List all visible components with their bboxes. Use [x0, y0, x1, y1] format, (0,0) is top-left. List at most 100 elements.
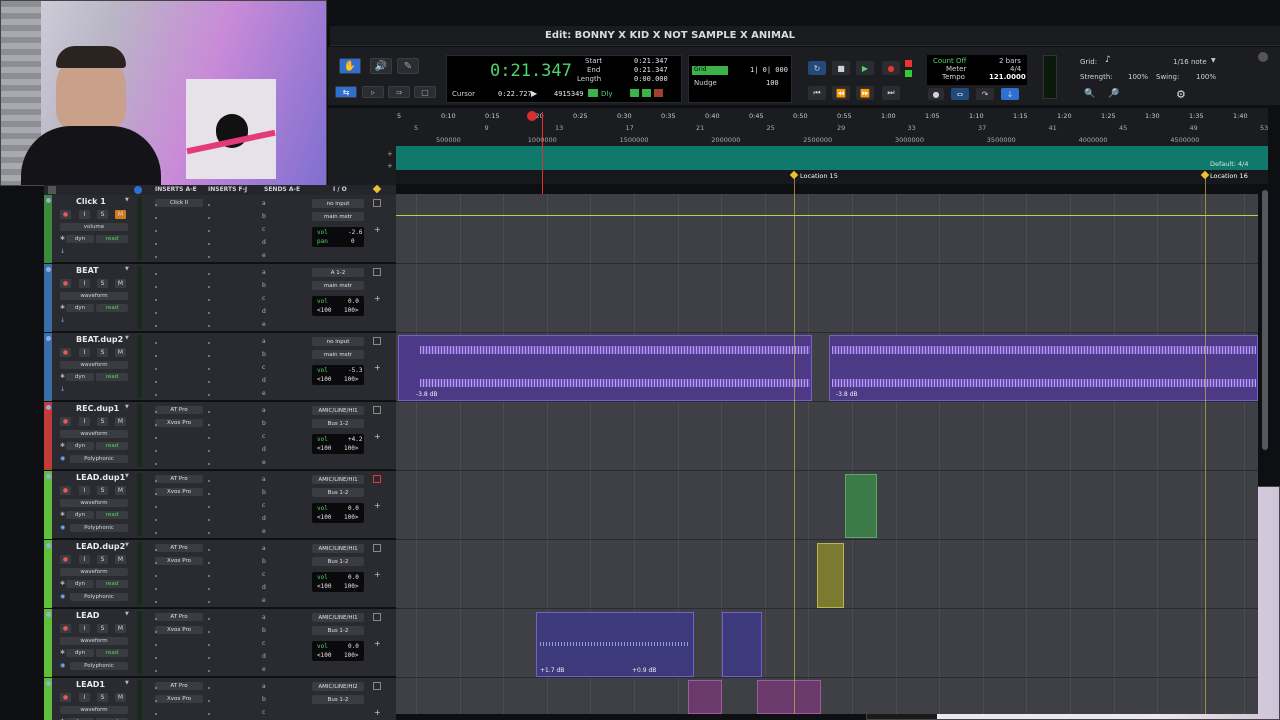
- insert-slot[interactable]: AT Pro: [155, 682, 203, 690]
- insert-slot[interactable]: Xvox Pro: [155, 419, 203, 427]
- insert-empty-slot[interactable]: [208, 713, 210, 715]
- send-slot[interactable]: c: [262, 640, 265, 647]
- record-enable-button[interactable]: ●: [60, 348, 71, 357]
- send-slot[interactable]: d: [262, 377, 266, 384]
- ruler-add-icon[interactable]: +: [387, 162, 393, 170]
- send-slot[interactable]: b: [262, 558, 266, 565]
- insert-empty-slot[interactable]: [208, 532, 210, 534]
- insert-slot[interactable]: Xvox Pro: [155, 488, 203, 496]
- main-counter[interactable]: 0:21.347: [490, 61, 572, 81]
- insert-empty-slot[interactable]: [208, 256, 210, 258]
- insert-slot[interactable]: Xvox Pro: [155, 557, 203, 565]
- tempo-value[interactable]: 121.0000: [989, 73, 1026, 81]
- track-select-icon[interactable]: [46, 198, 51, 203]
- input-selector[interactable]: AMIC/LINE/HI1: [312, 475, 364, 484]
- pan-left-value[interactable]: <100: [317, 445, 331, 452]
- insert-empty-slot[interactable]: [208, 700, 210, 702]
- track-list-icon[interactable]: [48, 186, 56, 194]
- insert-empty-slot[interactable]: [208, 631, 210, 633]
- input-selector[interactable]: no input: [312, 199, 364, 208]
- go-to-end-button[interactable]: ⏭: [882, 86, 900, 100]
- nudge-value[interactable]: 100: [766, 79, 779, 87]
- insert-empty-slot[interactable]: [208, 243, 210, 245]
- track-name[interactable]: LEAD.dup2: [76, 542, 125, 551]
- length-value[interactable]: 0:00.000: [634, 75, 668, 83]
- nudge-label[interactable]: Nudge: [694, 79, 717, 87]
- output-selector[interactable]: main mstr: [312, 212, 364, 221]
- insert-empty-slot[interactable]: [155, 243, 157, 245]
- insert-empty-slot[interactable]: [208, 506, 210, 508]
- pan-left-value[interactable]: <100: [317, 583, 331, 590]
- tempo-ruler[interactable]: [396, 146, 1268, 170]
- record-enable-button[interactable]: ●: [60, 555, 71, 564]
- track-select-icon[interactable]: [46, 336, 51, 341]
- automation-mode[interactable]: read: [96, 304, 128, 312]
- playlist-button[interactable]: dyn: [66, 580, 94, 588]
- pan-right-value[interactable]: 100>: [344, 376, 358, 383]
- midi-input-button[interactable]: ↓: [1001, 88, 1019, 100]
- send-slot[interactable]: d: [262, 239, 266, 246]
- output-selector[interactable]: Bus 1-2: [312, 695, 364, 704]
- record-button[interactable]: ●: [882, 61, 900, 75]
- pan-left-value[interactable]: <100: [317, 307, 331, 314]
- output-selector[interactable]: Bus 1-2: [312, 419, 364, 428]
- track-select-icon[interactable]: [46, 612, 51, 617]
- insert-empty-slot[interactable]: [208, 437, 210, 439]
- record-enable-button[interactable]: ●: [60, 279, 71, 288]
- track-view-selector[interactable]: waveform: [60, 499, 128, 507]
- pencil-tool-button[interactable]: ✎: [397, 58, 419, 74]
- input-monitor-button[interactable]: I: [79, 210, 90, 219]
- track-view-selector[interactable]: waveform: [60, 568, 128, 576]
- solo-button[interactable]: S: [97, 417, 108, 426]
- insert-empty-slot[interactable]: [155, 687, 157, 689]
- insert-empty-slot[interactable]: [208, 480, 210, 482]
- inserts-ae-header[interactable]: INSERTS A-E: [155, 186, 197, 193]
- insert-empty-slot[interactable]: [208, 342, 210, 344]
- insert-empty-slot[interactable]: [208, 618, 210, 620]
- pan-right-value[interactable]: 100>: [344, 307, 358, 314]
- chevron-down-icon[interactable]: ▼: [125, 680, 129, 686]
- solo-button[interactable]: S: [97, 486, 108, 495]
- mute-button[interactable]: M: [115, 555, 126, 564]
- clip-gain-label[interactable]: +1.7 dB: [540, 667, 564, 674]
- quantize-icon[interactable]: [630, 89, 639, 97]
- automation-mode[interactable]: read: [96, 649, 128, 657]
- rewind-button[interactable]: ⏪: [832, 86, 850, 100]
- output-window-icon[interactable]: [373, 544, 381, 552]
- mute-button[interactable]: M: [115, 348, 126, 357]
- rewind-start-button[interactable]: ⏮: [808, 86, 826, 100]
- add-icon[interactable]: +: [374, 570, 381, 579]
- pan-right-value[interactable]: 100>: [344, 652, 358, 659]
- insert-empty-slot[interactable]: [155, 256, 157, 258]
- track-select-icon[interactable]: [46, 474, 51, 479]
- pan-right-value[interactable]: 100>: [344, 583, 358, 590]
- track-name[interactable]: LEAD1: [76, 680, 105, 689]
- send-slot[interactable]: c: [262, 364, 265, 371]
- beat-clip-2[interactable]: [829, 335, 1258, 401]
- add-icon[interactable]: +: [374, 363, 381, 372]
- mute-button[interactable]: M: [115, 210, 126, 219]
- insert-empty-slot[interactable]: [155, 575, 157, 577]
- playlist-button[interactable]: dyn: [66, 511, 94, 519]
- volume-value[interactable]: 0.0: [348, 505, 359, 512]
- insert-empty-slot[interactable]: [208, 273, 210, 275]
- track-name[interactable]: BEAT: [76, 266, 99, 275]
- send-slot[interactable]: c: [262, 226, 265, 233]
- insert-empty-slot[interactable]: [155, 644, 157, 646]
- insert-empty-slot[interactable]: [208, 411, 210, 413]
- mute-button[interactable]: M: [115, 417, 126, 426]
- mute-button[interactable]: M: [115, 624, 126, 633]
- smart-tool-button[interactable]: ⇆: [335, 86, 357, 98]
- input-monitor-button[interactable]: I: [79, 486, 90, 495]
- output-window-icon[interactable]: [373, 268, 381, 276]
- midi-merge-icon[interactable]: [588, 89, 598, 97]
- output-selector[interactable]: main mstr: [312, 350, 364, 359]
- insert-empty-slot[interactable]: [208, 381, 210, 383]
- lead1-clip[interactable]: [688, 680, 722, 714]
- output-selector[interactable]: Bus 1-2: [312, 626, 364, 635]
- lead-dup1-clip[interactable]: [845, 474, 877, 538]
- insert-empty-slot[interactable]: [155, 368, 157, 370]
- record-enable-button[interactable]: ●: [60, 486, 71, 495]
- elastic-audio-mode[interactable]: Polyphonic: [70, 455, 128, 463]
- insert-empty-slot[interactable]: [155, 411, 157, 413]
